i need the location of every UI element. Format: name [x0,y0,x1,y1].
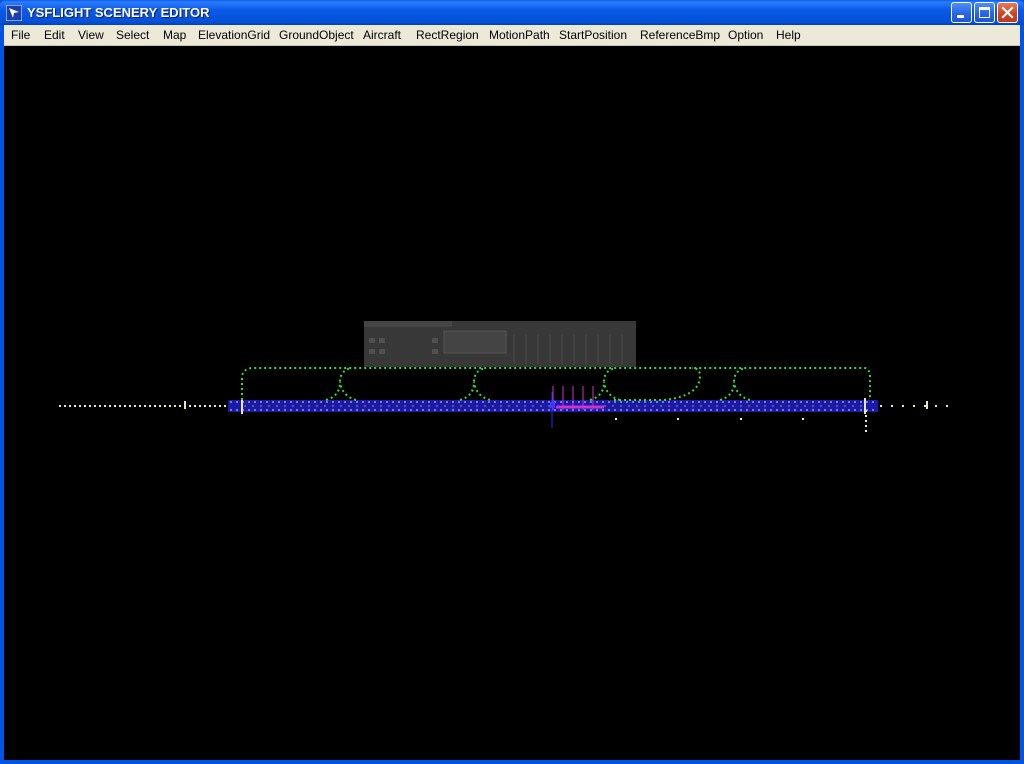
app-window: YSFLIGHT SCENERY EDITOR File Edit View S… [0,0,1024,764]
menu-elevationgrid[interactable]: ElevationGrid [198,25,270,45]
title-bar[interactable]: YSFLIGHT SCENERY EDITOR [0,0,1024,25]
minimize-button[interactable] [951,2,972,23]
minimize-icon [957,15,964,18]
menu-map[interactable]: Map [163,25,186,45]
menu-bar: File Edit View Select Map ElevationGrid … [4,25,1020,46]
menu-view[interactable]: View [78,25,104,45]
close-button[interactable] [997,2,1018,23]
menu-referencebmp[interactable]: ReferenceBmp [640,25,720,45]
scenery-canvas[interactable] [4,46,1020,760]
menu-aircraft[interactable]: Aircraft [363,25,401,45]
menu-edit[interactable]: Edit [44,25,65,45]
taxiway-network[interactable] [241,367,871,401]
runway-markers [615,418,804,420]
menu-option[interactable]: Option [728,25,763,45]
scenery-viewport[interactable] [4,46,1020,760]
terminal-building[interactable] [364,321,636,367]
approach-light-bar [184,401,186,409]
menu-motionpath[interactable]: MotionPath [489,25,550,45]
window-title: YSFLIGHT SCENERY EDITOR [27,5,210,20]
maximize-button[interactable] [974,2,995,23]
maximize-icon [979,7,990,18]
menu-select[interactable]: Select [116,25,149,45]
close-icon [1001,6,1014,19]
app-icon [5,4,23,22]
menu-groundobject[interactable]: GroundObject [279,25,354,45]
menu-file[interactable]: File [11,25,30,45]
menu-startposition[interactable]: StartPosition [559,25,627,45]
origin-marker [550,402,555,408]
approach-light-bar [926,401,928,409]
menu-help[interactable]: Help [776,25,801,45]
menu-rectregion[interactable]: RectRegion [416,25,479,45]
